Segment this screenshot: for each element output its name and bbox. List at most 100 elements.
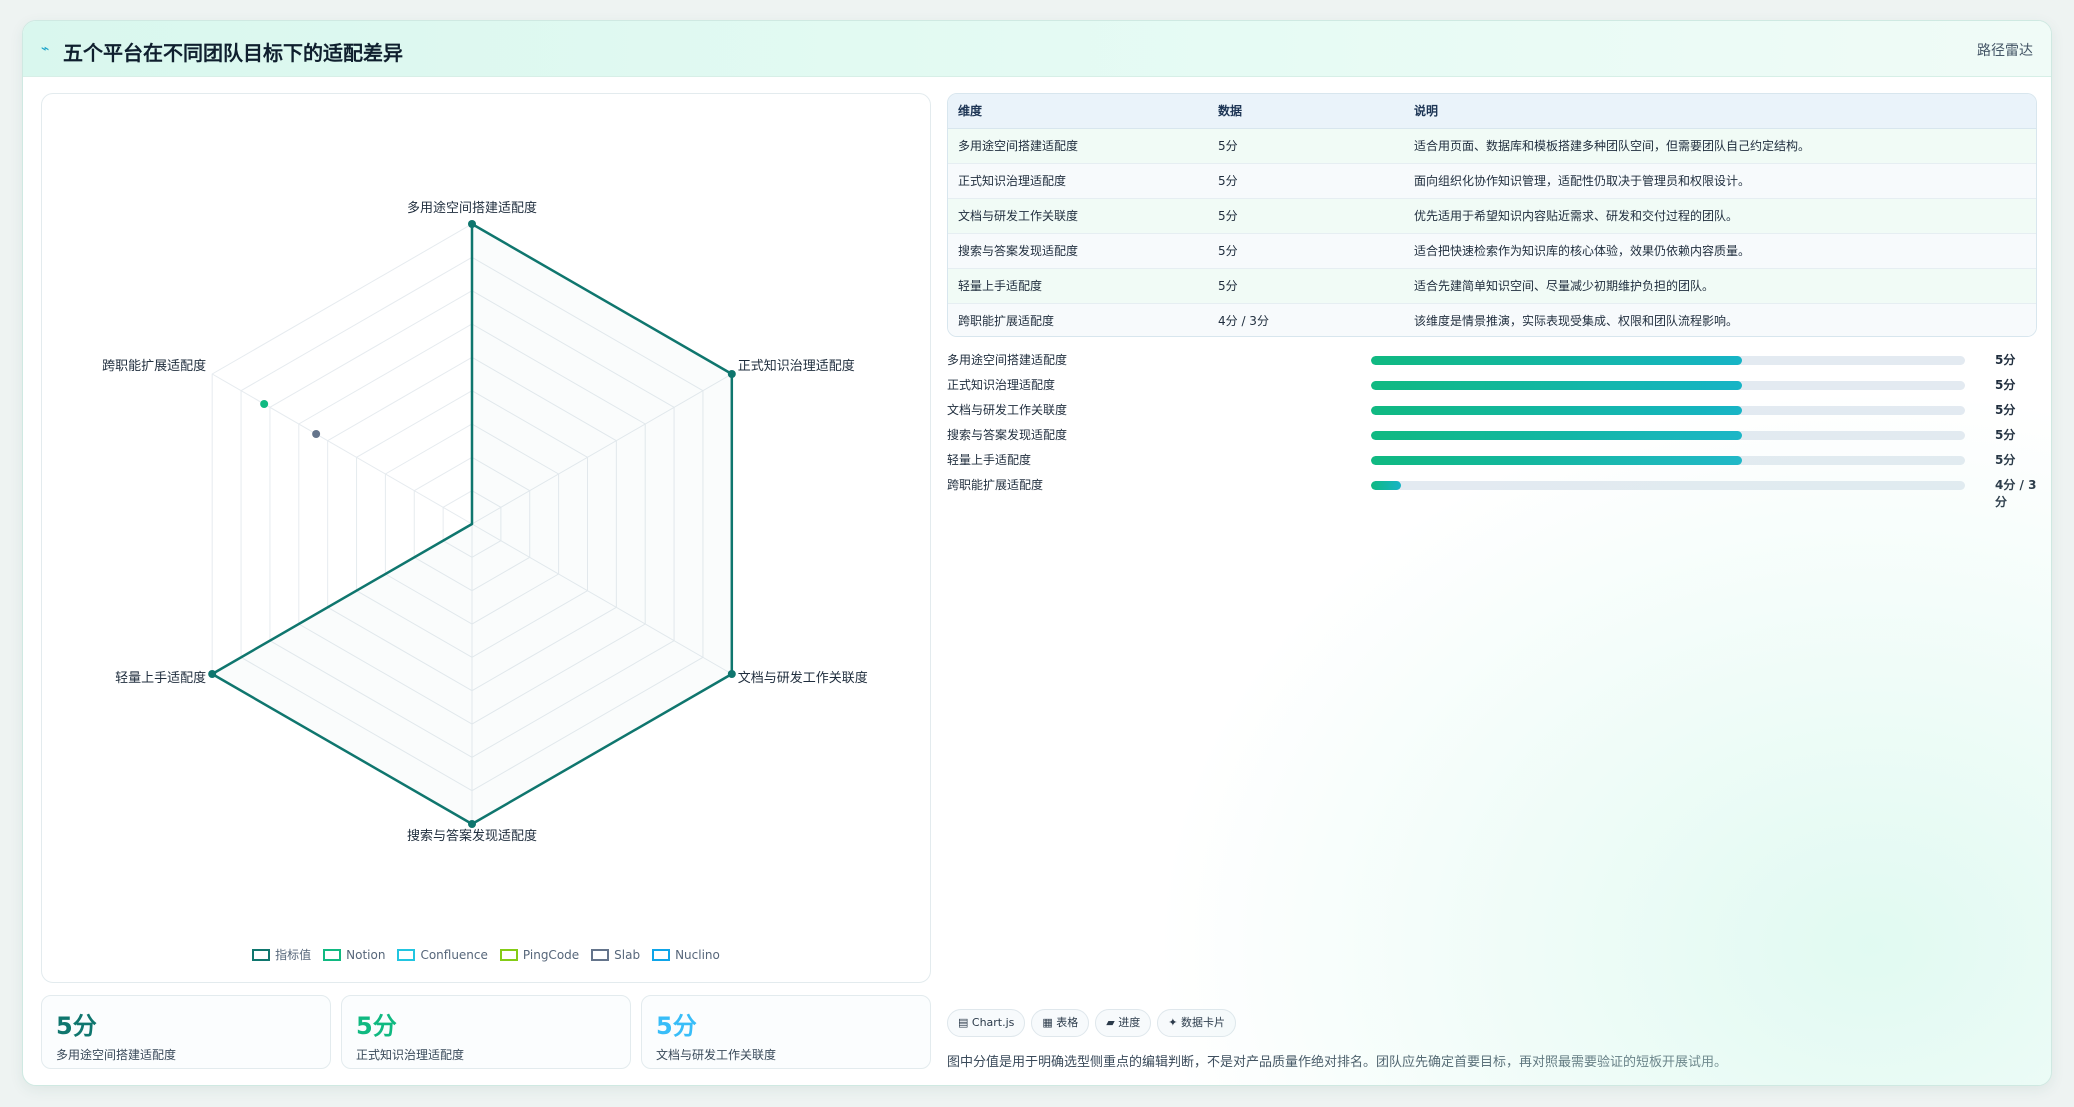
- radar-point: [727, 370, 736, 378]
- radar-point: [260, 400, 269, 408]
- dashboard-card: ⌁ 五个平台在不同团队目标下的适配差异 路径雷达 多用途空间搭建适配度 正式知识治…: [22, 20, 2052, 1086]
- progress-row: 跨职能扩展适配度 4分 / 3分: [947, 472, 2037, 509]
- page-title: 五个平台在不同团队目标下的适配差异: [63, 41, 403, 65]
- radar-chart-panel: 多用途空间搭建适配度 正式知识治理适配度 文档与研发工作关联度 搜索与答案发现适配度 轻…: [41, 93, 931, 983]
- radar-spoke: [211, 373, 473, 525]
- progress-fill: [1371, 406, 1743, 415]
- progress-bars: 多用途空间搭建适配度 5分 正式知识治理适配度 5分 文档与研发工作关联度 5分 搜索与答案…: [947, 347, 2037, 509]
- table-row: 多用途空间搭建适配度 5分 适合用页面、数据库和模板搭建多种团队空间，但需要团队自己…: [948, 128, 2036, 164]
- column-header: 说明: [1404, 94, 2036, 129]
- progress-track: [1371, 481, 1965, 490]
- table-cell: 文档与研发工作关联度: [948, 198, 1208, 234]
- table-body: 多用途空间搭建适配度 5分 适合用页面、数据库和模板搭建多种团队空间，但需要团队自己…: [948, 128, 2036, 336]
- table-cell: 多用途空间搭建适配度: [948, 128, 1208, 164]
- legend-item[interactable]: Slab: [591, 948, 640, 962]
- table-cell: 轻量上手适配度: [948, 268, 1208, 304]
- table-row: 正式知识治理适配度 5分 面向组织化协作知识管理，适配性仍取决于管理员和权限设计。: [948, 163, 2036, 199]
- table-cell: 正式知识治理适配度: [948, 163, 1208, 199]
- tech-chip: ▤ Chart.js: [947, 1009, 1026, 1037]
- progress-label: 轻量上手适配度: [947, 453, 1032, 467]
- progress-value: 5分: [1995, 453, 2016, 467]
- radar-point: [208, 670, 217, 678]
- trend-line-icon: ⌁: [41, 41, 50, 57]
- stat-label: 文档与研发工作关联度: [656, 1048, 777, 1062]
- stat-value: 5分: [656, 1012, 697, 1040]
- progress-track: [1371, 406, 1965, 415]
- progress-value: 5分: [1995, 428, 2016, 442]
- legend-swatch: [397, 949, 416, 961]
- stat-label: 多用途空间搭建适配度: [56, 1048, 177, 1062]
- chart-type-tag: 路径雷达: [1977, 43, 2033, 59]
- progress-row: 轻量上手适配度 5分: [947, 447, 2037, 472]
- table-cell: 优先适用于希望知识内容贴近需求、研发和交付过程的团队。: [1404, 198, 2036, 234]
- legend-item[interactable]: Nuclino: [652, 948, 720, 962]
- tech-chip: ✦ 数据卡片: [1157, 1009, 1236, 1037]
- table-cell: 适合把快速检索作为知识库的核心体验，效果仍依赖内容质量。: [1404, 233, 2036, 269]
- radar-axis-label: 跨职能扩展适配度: [102, 358, 206, 374]
- progress-fill: [1371, 456, 1743, 465]
- legend-label: Nuclino: [675, 948, 720, 962]
- radar-point: [312, 430, 321, 438]
- progress-fill: [1371, 381, 1743, 390]
- footnote: 图中分值是用于明确选型侧重点的编辑判断，不是对产品质量作绝对排名。团队应先确定首…: [947, 1055, 1728, 1070]
- stat-label: 正式知识治理适配度: [356, 1048, 465, 1062]
- progress-track: [1371, 431, 1965, 440]
- radar-axis-label: 正式知识治理适配度: [738, 358, 855, 374]
- progress-row: 文档与研发工作关联度 5分: [947, 397, 2037, 422]
- legend-label: Slab: [614, 948, 641, 962]
- table-row: 搜索与答案发现适配度 5分 适合把快速检索作为知识库的核心体验，效果仍依赖内容质量。: [948, 233, 2036, 269]
- stat-card: 5分 文档与研发工作关联度: [641, 995, 931, 1069]
- legend-swatch: [252, 949, 271, 961]
- progress-row: 正式知识治理适配度 5分: [947, 372, 2037, 397]
- progress-fill: [1371, 481, 1401, 490]
- radar-point: [468, 820, 476, 828]
- legend-item[interactable]: Confluence: [397, 948, 488, 962]
- table-cell: 适合先建简单知识空间、尽量减少初期维护负担的团队。: [1404, 268, 2036, 304]
- table-header-row: 维度 数据 说明: [948, 94, 2036, 129]
- radar-point: [727, 670, 736, 678]
- stat-cards: 5分 多用途空间搭建适配度 5分 正式知识治理适配度 5分 文档与研发工作关联度: [41, 995, 931, 1069]
- progress-value: 5分: [1995, 403, 2016, 417]
- progress-track: [1371, 456, 1965, 465]
- table-cell: 5分: [1208, 268, 1404, 304]
- legend-swatch: [499, 949, 518, 961]
- table-cell: 5分: [1208, 233, 1404, 269]
- table-cell: 搜索与答案发现适配度: [948, 233, 1208, 269]
- stat-card: 5分 正式知识治理适配度: [341, 995, 631, 1069]
- table-row: 文档与研发工作关联度 5分 优先适用于希望知识内容贴近需求、研发和交付过程的团队。: [948, 198, 2036, 234]
- legend-item[interactable]: 指标值: [252, 946, 311, 963]
- progress-label: 文档与研发工作关联度: [947, 403, 1068, 417]
- legend-item[interactable]: PingCode: [499, 948, 580, 962]
- table-cell: 5分: [1208, 198, 1404, 234]
- progress-value: 5分: [1995, 378, 2016, 392]
- radar-chart: 多用途空间搭建适配度正式知识治理适配度文档与研发工作关联度搜索与答案发现适配度 轻…: [102, 200, 868, 844]
- column-header: 数据: [1208, 94, 1404, 129]
- column-header: 维度: [948, 94, 1208, 129]
- progress-label: 正式知识治理适配度: [947, 378, 1056, 392]
- table-row: 轻量上手适配度 5分 适合先建简单知识空间、尽量减少初期维护负担的团队。: [948, 268, 2036, 304]
- legend-swatch: [652, 949, 671, 961]
- radar-point: [468, 220, 476, 228]
- legend-label: Confluence: [420, 948, 488, 962]
- table-row: 跨职能扩展适配度 4分 / 3分 该维度是情景推演，实际表现受集成、权限和团队流程影…: [948, 303, 2036, 336]
- table-cell: 面向组织化协作知识管理，适配性仍取决于管理员和权限设计。: [1404, 163, 2036, 199]
- legend-item[interactable]: Notion: [323, 948, 385, 962]
- tech-chips: ▤ Chart.js ▦ 表格 ▰ 进度 ✦ 数据卡片: [947, 1009, 1242, 1037]
- progress-fill: [1371, 356, 1743, 365]
- progress-label: 搜索与答案发现适配度: [947, 428, 1068, 442]
- legend-label: PingCode: [522, 948, 580, 962]
- stat-value: 5分: [356, 1012, 397, 1040]
- progress-fill: [1371, 431, 1743, 440]
- data-table: 维度 数据 说明 多用途空间搭建适配度 5分 适合用页面、数据库和模板搭建多种团队空…: [947, 93, 2037, 337]
- radar-axis-label: 多用途空间搭建适配度: [407, 200, 537, 216]
- progress-row: 搜索与答案发现适配度 5分: [947, 422, 2037, 447]
- radar-axis-label: 文档与研发工作关联度: [738, 670, 868, 686]
- table-cell: 适合用页面、数据库和模板搭建多种团队空间，但需要团队自己约定结构。: [1404, 128, 2036, 164]
- progress-value: 5分: [1995, 353, 2016, 367]
- legend-label: 指标值: [275, 948, 312, 962]
- table-cell: 该维度是情景推演，实际表现受集成、权限和团队流程影响。: [1404, 303, 2036, 336]
- legend-swatch: [323, 949, 342, 961]
- tech-chip: ▰ 进度: [1095, 1009, 1152, 1037]
- progress-track: [1371, 356, 1965, 365]
- stat-card: 5分 多用途空间搭建适配度: [41, 995, 331, 1069]
